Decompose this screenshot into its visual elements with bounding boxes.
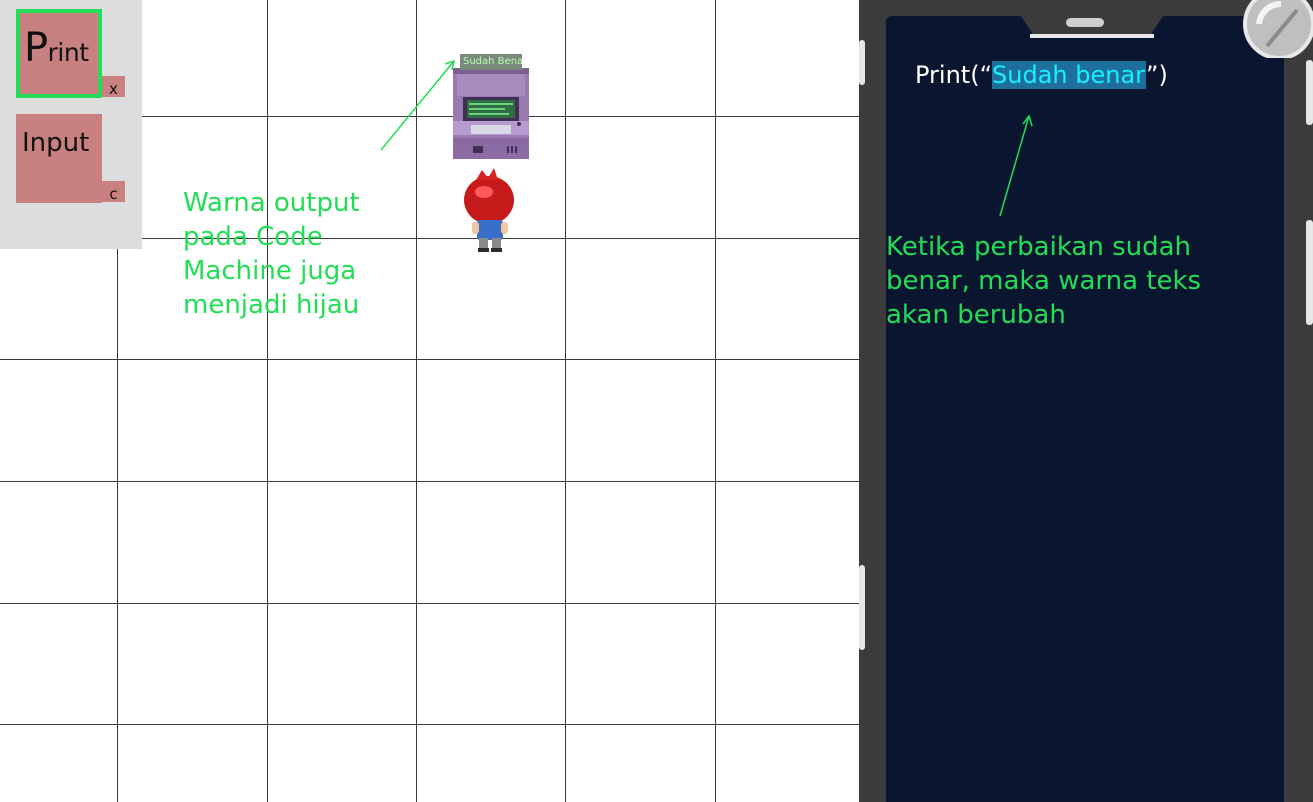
print-block-slot[interactable]: x <box>102 76 125 98</box>
screen-line <box>469 108 505 110</box>
magnifier-icon[interactable] <box>1243 0 1313 58</box>
phone-side-button <box>1306 60 1313 125</box>
phone-side-button <box>859 565 865 650</box>
grid-line <box>0 603 859 604</box>
input-block[interactable]: Input <box>16 114 102 203</box>
machine-base <box>453 138 529 159</box>
print-block-label: Print <box>24 25 89 71</box>
machine-vent <box>507 146 509 153</box>
annotation-right: Ketika perbaikan sudah benar, maka warna… <box>886 230 1226 332</box>
phone-speaker <box>1066 18 1104 27</box>
grid-line <box>0 359 859 360</box>
player-character <box>464 168 514 252</box>
machine-output-label: Sudah Benar <box>460 54 522 70</box>
code-suffix: ”) <box>1146 61 1168 89</box>
annotation-right-line: benar, maka warna teks <box>886 266 1202 296</box>
machine-slot <box>473 146 483 153</box>
player-shirt <box>477 220 503 240</box>
grid-line <box>715 0 716 802</box>
phone-side-button <box>859 40 865 85</box>
grid-line <box>0 724 859 725</box>
player-shoe <box>478 248 489 252</box>
player-hair-shine <box>475 186 493 198</box>
screen-line <box>469 103 513 105</box>
annotation-left-line: Machine juga <box>183 256 357 286</box>
code-highlight[interactable]: Sudah benar <box>992 61 1147 89</box>
machine-upper-panel <box>457 74 525 96</box>
annotation-left-line: Warna output <box>183 188 360 218</box>
annotation-left: Warna output pada Code Machine juga menj… <box>183 186 383 322</box>
block-palette: Print x Input c <box>0 0 142 249</box>
grid-line <box>267 0 268 802</box>
print-block-label-rest: rint <box>47 38 89 67</box>
machine-vent <box>515 146 517 153</box>
code-screen <box>886 16 1284 802</box>
code-line: Print(“Sudah benar”) <box>915 60 1168 90</box>
grid-line <box>416 0 417 802</box>
phone-notch-edge <box>1030 34 1154 38</box>
player-shoe <box>491 248 502 252</box>
annotation-right-line: akan berubah <box>886 300 1066 330</box>
annotation-left-line: menjadi hijau <box>183 290 360 320</box>
annotation-left-line: pada Code <box>183 222 323 252</box>
input-block-label: Input <box>22 128 90 158</box>
code-prefix: Print(“ <box>915 61 993 89</box>
player-hair <box>464 176 514 224</box>
machine-keyboard <box>471 125 511 134</box>
player-hair-spikes <box>476 168 498 180</box>
screen-line <box>469 113 509 115</box>
machine-led <box>517 122 521 126</box>
print-block[interactable]: Print <box>16 9 102 98</box>
machine-vent <box>511 146 513 153</box>
grid-line <box>0 481 859 482</box>
phone-side-button <box>1306 220 1313 325</box>
print-block-label-first: P <box>24 25 48 71</box>
player-arm <box>501 222 508 234</box>
annotation-right-line: Ketika perbaikan sudah <box>886 232 1192 262</box>
input-block-slot[interactable]: c <box>102 181 125 203</box>
player-arm <box>472 222 479 234</box>
grid-line <box>565 0 566 802</box>
